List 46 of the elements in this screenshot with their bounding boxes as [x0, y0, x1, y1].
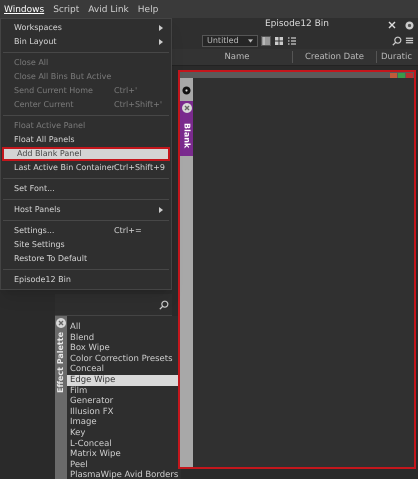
category-item[interactable]: Blend	[67, 332, 182, 344]
menu-item[interactable]: Last Active Bin ContainerCtrl+Shift+9	[1, 161, 171, 175]
menu-item[interactable]: Settings... Ctrl+=	[1, 224, 171, 238]
effect-palette-tab[interactable]: Effect Palette	[55, 316, 67, 479]
category-item[interactable]: Image	[67, 417, 182, 428]
effect-palette-tab-label: Effect Palette	[55, 332, 66, 394]
column-header[interactable]: Name	[172, 50, 292, 64]
text-view-icon[interactable]	[287, 36, 297, 46]
category-item[interactable]: Box Wipe	[67, 343, 182, 354]
category-item[interactable]: Color Correction Presets	[67, 354, 182, 364]
menu-bar-item[interactable]: Help	[138, 4, 158, 16]
category-item[interactable]: L-Conceal	[67, 438, 182, 450]
category-item[interactable]: Key	[67, 428, 182, 439]
category-item[interactable]: All	[67, 322, 182, 333]
menu-bar-item[interactable]: Windows	[4, 4, 44, 16]
menu-item[interactable]: Float All Panels	[1, 133, 171, 147]
category-item[interactable]: Generator	[67, 396, 182, 407]
blank-tab-label: Blank	[182, 123, 192, 148]
grid-view-icon[interactable]	[274, 36, 284, 46]
search-icon[interactable]	[392, 36, 402, 46]
menu-item[interactable]: Restore To Default	[1, 252, 171, 266]
blank-tab[interactable]: Blank	[180, 101, 193, 156]
menu-icon[interactable]	[405, 36, 414, 45]
search-icon[interactable]	[159, 300, 169, 310]
category-item[interactable]: Peel	[67, 460, 182, 470]
menu-item[interactable]: Set Font...	[1, 182, 171, 196]
menu-item[interactable]: Host Panels	[1, 203, 171, 217]
menu-item[interactable]: Workspaces	[1, 21, 171, 35]
category-item[interactable]: Matrix Wipe	[67, 449, 182, 460]
menu-item[interactable]: Bin Layout	[1, 35, 171, 49]
column-header[interactable]: Creation Date	[292, 50, 376, 64]
menu-bar-item[interactable]: Avid Link	[88, 4, 129, 16]
column-header[interactable]: Duratic	[376, 50, 418, 64]
bin-title: Episode12 Bin	[264, 18, 330, 32]
view-dropdown[interactable]: Untitled	[202, 34, 258, 46]
menu-item[interactable]: Episode12 Bin	[1, 273, 171, 287]
category-item[interactable]: PlasmaWipe Avid Borders	[67, 470, 182, 479]
menu-item[interactable]: Add Blank Panel	[2, 147, 170, 161]
menu-item[interactable]: Site Settings	[1, 238, 171, 252]
category-item[interactable]: Conceal	[67, 364, 182, 375]
menu-bar-item[interactable]: Script	[53, 4, 80, 16]
list-view-icon[interactable]	[261, 36, 271, 46]
category-item[interactable]: Film	[67, 386, 182, 396]
caret-icon	[248, 38, 253, 42]
category-item[interactable]: Illusion FX	[67, 406, 182, 418]
dot-icon[interactable]	[182, 86, 191, 95]
